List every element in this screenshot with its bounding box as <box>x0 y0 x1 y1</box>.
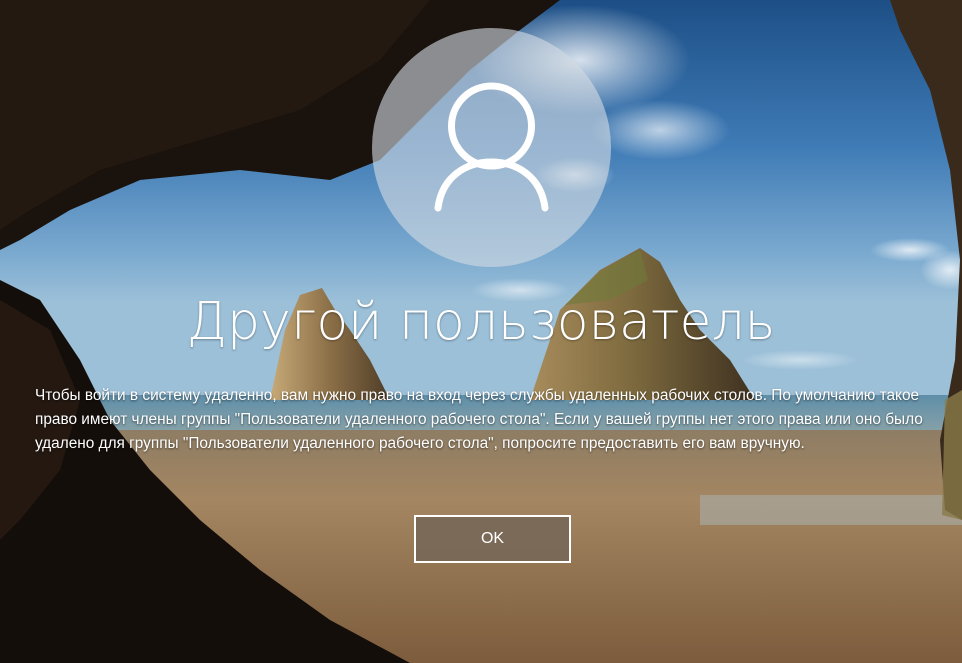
lock-screen: Другой пользователь Чтобы войти в систем… <box>0 0 962 663</box>
ok-button[interactable]: OK <box>414 515 571 563</box>
remote-login-message: Чтобы войти в систему удаленно, вам нужн… <box>35 387 923 452</box>
user-avatar <box>372 28 611 267</box>
user-silhouette-icon <box>434 82 549 212</box>
user-name-title: Другой пользователь <box>186 292 776 352</box>
